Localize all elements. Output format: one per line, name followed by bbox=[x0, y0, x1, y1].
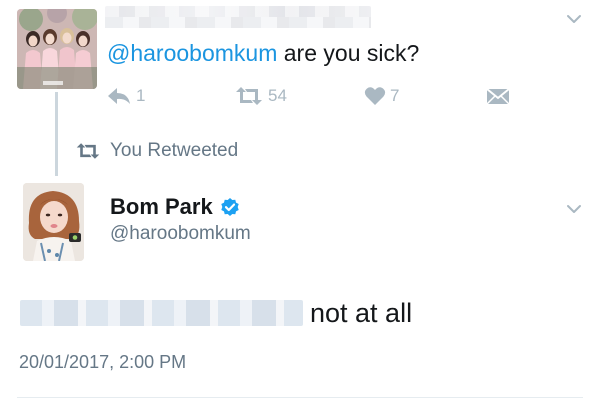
chevron-down-icon[interactable] bbox=[565, 200, 583, 218]
group-photo bbox=[17, 9, 97, 89]
like-count: 7 bbox=[390, 86, 400, 105]
reply-tweet-text: @haroobomkum are you sick? bbox=[107, 38, 419, 68]
tweet-timestamp[interactable]: 20/01/2017, 2:00 PM bbox=[19, 350, 186, 374]
tweet-actions: 1 54 7 bbox=[106, 82, 526, 110]
divider bbox=[17, 397, 583, 398]
censored-display-name bbox=[105, 6, 371, 28]
avatar[interactable] bbox=[17, 9, 97, 89]
mention-link[interactable]: @haroobomkum bbox=[107, 40, 277, 66]
reply-action[interactable]: 1 bbox=[106, 82, 145, 110]
tweet-detail-page: @haroobomkum are you sick? 1 54 7 You Re… bbox=[0, 0, 600, 413]
chevron-down-icon[interactable] bbox=[565, 10, 583, 28]
display-name[interactable]: Bom Park bbox=[110, 193, 240, 221]
verified-badge-icon bbox=[221, 198, 239, 216]
censored-text bbox=[20, 300, 303, 326]
retweet-icon bbox=[76, 143, 100, 159]
display-name-text: Bom Park bbox=[110, 194, 213, 219]
reply-count: 1 bbox=[136, 86, 146, 105]
reply-icon bbox=[108, 88, 130, 104]
user-handle[interactable]: @haroobomkum bbox=[110, 222, 251, 246]
thread-connector bbox=[55, 92, 58, 176]
avatar[interactable] bbox=[23, 183, 84, 261]
reply-text-body: are you sick? bbox=[277, 40, 420, 66]
retweet-context-label: You Retweeted bbox=[110, 140, 239, 161]
direct-message-icon bbox=[486, 88, 510, 105]
tweet-body: not at all bbox=[20, 290, 412, 336]
retweet-context: You Retweeted bbox=[75, 138, 238, 164]
retweet-icon bbox=[236, 87, 262, 105]
direct-message-action[interactable] bbox=[486, 82, 510, 110]
retweet-action[interactable]: 54 bbox=[234, 82, 287, 110]
retweet-count: 54 bbox=[268, 86, 287, 105]
heart-icon bbox=[364, 87, 386, 105]
reply-tweet[interactable]: @haroobomkum are you sick? 1 54 7 bbox=[0, 0, 600, 126]
tweet-text: not at all bbox=[310, 298, 413, 328]
profile-photo bbox=[23, 183, 84, 261]
like-action[interactable]: 7 bbox=[364, 82, 399, 110]
